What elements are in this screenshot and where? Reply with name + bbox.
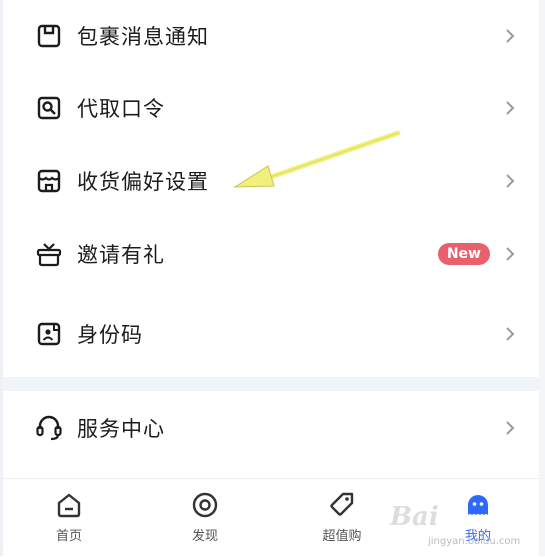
new-badge: New [437,243,490,265]
menu-item-label: 身份码 [77,323,143,347]
menu-item-package-notification[interactable]: 包裹消息通知 [3,0,539,72]
right-edge [539,0,545,556]
tag-icon [328,491,356,519]
watermark-url: jingyan.baidu.com [428,536,521,547]
tab-discover[interactable]: 发现 [160,479,250,557]
menu-item-invite-rewards[interactable]: 邀请有礼 New [3,218,539,290]
chevron-right-icon [503,421,517,435]
menu-item-label: 包裹消息通知 [77,25,209,49]
search-card-icon [35,94,63,122]
baidu-watermark: Bai jingyan.baidu.com [390,492,540,552]
menu-item-delivery-preferences[interactable]: 收货偏好设置 [3,145,539,217]
id-code-icon [35,320,63,348]
chevron-right-icon [503,29,517,43]
storefront-icon [35,167,63,195]
tab-label: 首页 [55,529,82,544]
chevron-right-icon [503,327,517,341]
menu-item-pickup-code[interactable]: 代取口令 [3,72,539,144]
tab-home[interactable]: 首页 [24,479,114,557]
menu-item-identity-code[interactable]: 身份码 [3,298,539,370]
watermark-logo: Bai [390,502,439,532]
gift-box-icon [35,240,63,268]
headset-icon [35,414,63,442]
menu-item-label: 收货偏好设置 [77,170,209,194]
section-divider [3,377,539,391]
package-icon [35,22,63,50]
menu-item-service-center[interactable]: 服务中心 [3,392,539,464]
chevron-right-icon [503,101,517,115]
tab-label: 超值购 [322,529,362,544]
menu-item-label: 代取口令 [77,97,165,121]
discover-icon [191,491,219,519]
menu-item-label: 邀请有礼 [77,243,165,267]
chevron-right-icon [503,247,517,261]
tab-deals[interactable]: 超值购 [297,479,387,557]
menu-item-label: 服务中心 [77,417,165,441]
tab-label: 发现 [191,529,218,544]
chevron-right-icon [503,174,517,188]
home-icon [55,491,83,519]
